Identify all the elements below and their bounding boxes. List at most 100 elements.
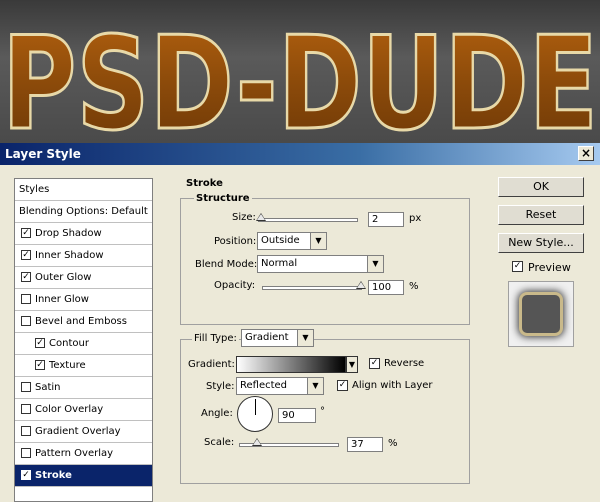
chevron-down-icon: ▼ [310,233,326,249]
size-slider-thumb[interactable] [256,213,266,221]
chevron-down-icon: ▼ [367,256,383,272]
style-list-item[interactable]: Pattern Overlay [15,443,152,465]
size-label: Size: [232,212,256,223]
reset-button[interactable]: Reset [498,205,584,225]
style-list-item[interactable]: Bevel and Emboss [15,311,152,333]
style-list-item[interactable]: Blending Options: Default [15,201,152,223]
style-checkbox[interactable] [21,294,31,304]
style-list-item-label: Gradient Overlay [35,426,121,437]
stroke-panel: Stroke Structure Size: 2 px Position: Ou… [166,175,480,502]
angle-label: Angle: [201,408,233,419]
style-list-item-label: Pattern Overlay [35,448,114,459]
chevron-down-icon: ▼ [297,330,313,346]
size-unit: px [409,213,422,224]
ok-button[interactable]: OK [498,177,584,197]
reverse-checkbox[interactable]: ✓ [369,358,380,369]
blend-mode-select[interactable]: Normal ▼ [257,255,384,273]
style-list-item-label: Contour [49,338,89,349]
style-checkbox[interactable]: ✓ [35,360,45,370]
style-value: Reflected [240,380,288,391]
opacity-label: Opacity: [214,280,256,291]
style-checkbox[interactable] [21,426,31,436]
size-input[interactable]: 2 [368,212,404,227]
opacity-input[interactable]: 100 [368,280,404,295]
chevron-down-icon: ▼ [307,378,323,394]
style-list-item[interactable]: ✓ Texture [15,355,152,377]
position-select[interactable]: Outside ▼ [257,232,327,250]
blend-mode-label: Blend Mode: [195,259,258,270]
window-title: Layer Style [5,147,81,161]
gradient-label: Gradient: [188,359,235,370]
stroke-heading: Stroke [186,178,223,189]
style-list-item[interactable]: ✓ Stroke [15,465,152,487]
new-style-button[interactable]: New Style... [498,233,584,253]
style-checkbox[interactable]: ✓ [21,272,31,282]
position-value: Outside [261,235,300,246]
style-list-item-label: Inner Glow [35,294,89,305]
style-list-item-label: Stroke [35,470,72,481]
angle-input[interactable]: 90 [278,408,316,423]
angle-dial[interactable] [237,396,273,432]
title-bar: Layer Style × [0,143,600,165]
opacity-slider-thumb[interactable] [356,281,366,289]
style-list-item-label: Drop Shadow [35,228,102,239]
align-with-layer-label: Align with Layer [352,380,433,391]
style-preview [508,281,574,347]
psd-dude-banner: PSD-DUDE [0,0,600,143]
blend-mode-value: Normal [261,258,298,269]
close-button[interactable]: × [578,146,594,161]
style-list-item-label: Satin [35,382,61,393]
style-checkbox[interactable]: ✓ [21,470,31,480]
styles-list: Styles Blending Options: Default ✓ Drop Sha… [14,178,153,502]
style-list-item[interactable]: ✓ Contour [15,333,152,355]
scale-slider-thumb[interactable] [252,438,262,446]
structure-heading: Structure [194,193,252,204]
chevron-down-icon: ▼ [348,360,356,369]
layer-style-dialog: Layer Style × Styles Blending Options: De… [0,143,600,502]
scale-input[interactable]: 37 [347,437,383,452]
fill-type-label: Fill Type: [192,333,239,344]
gradient-swatch[interactable] [236,356,346,373]
style-list-item[interactable]: Satin [15,377,152,399]
reverse-label: Reverse [384,358,425,369]
banner-logo: PSD-DUDE [1,9,600,144]
fill-type-value: Gradient [245,332,289,343]
style-list-item-label: Blending Options: Default [19,206,148,217]
style-list-item-label: Styles [19,184,50,195]
style-list-item[interactable]: ✓ Inner Shadow [15,245,152,267]
position-label: Position: [214,236,257,247]
style-checkbox[interactable] [21,382,31,392]
style-checkbox[interactable]: ✓ [21,250,31,260]
style-list-item-label: Texture [49,360,86,371]
scale-label: Scale: [204,437,235,448]
style-checkbox[interactable]: ✓ [21,228,31,238]
opacity-slider-track[interactable] [262,286,362,290]
style-select[interactable]: Reflected ▼ [236,377,324,395]
angle-unit: ° [320,406,325,417]
style-label: Style: [206,381,235,392]
gradient-picker-button[interactable]: ▼ [346,356,358,373]
style-list-item-label: Inner Shadow [35,250,104,261]
size-slider-track[interactable] [258,218,358,222]
style-checkbox[interactable] [21,316,31,326]
style-list-item[interactable]: Inner Glow [15,289,152,311]
style-list-item-label: Bevel and Emboss [35,316,127,327]
style-list-item-label: Outer Glow [35,272,92,283]
preview-swatch [522,295,560,333]
angle-dial-needle [255,399,256,415]
scale-unit: % [388,438,398,449]
style-checkbox[interactable] [21,448,31,458]
style-list-item[interactable]: Color Overlay [15,399,152,421]
style-checkbox[interactable]: ✓ [35,338,45,348]
preview-label: Preview [528,261,571,274]
preview-checkbox[interactable]: ✓ [512,261,523,272]
style-checkbox[interactable] [21,404,31,414]
style-list-item[interactable]: Styles [15,179,152,201]
align-with-layer-checkbox[interactable]: ✓ [337,380,348,391]
style-list-item[interactable]: Gradient Overlay [15,421,152,443]
banner-text: PSD-DUDE [2,10,598,143]
fill-type-select[interactable]: Gradient ▼ [241,329,314,347]
style-list-item[interactable]: ✓ Outer Glow [15,267,152,289]
style-list-item-label: Color Overlay [35,404,104,415]
style-list-item[interactable]: ✓ Drop Shadow [15,223,152,245]
